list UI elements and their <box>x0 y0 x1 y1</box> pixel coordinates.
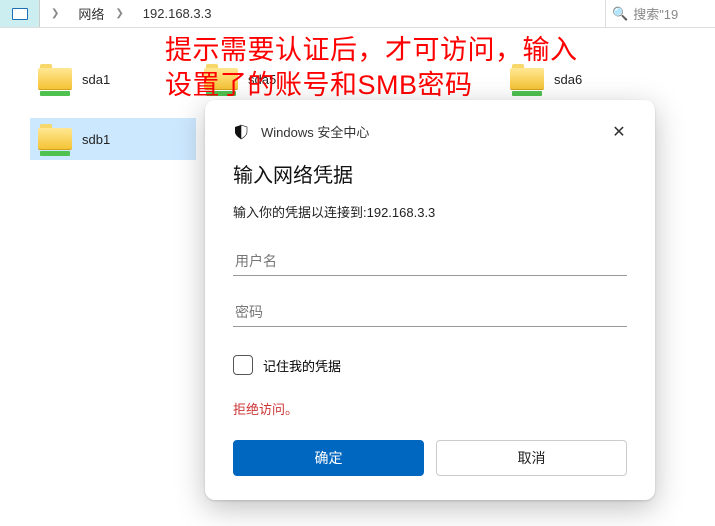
shared-folder-icon <box>38 64 72 94</box>
dialog-prompt: 输入你的凭据以连接到:192.168.3.3 <box>233 202 627 221</box>
folder-label: sda6 <box>554 72 582 87</box>
shared-folder-icon <box>38 124 72 154</box>
address-bar-blank[interactable] <box>219 0 605 27</box>
folder-label: sda1 <box>82 72 110 87</box>
remember-credentials-row[interactable]: 记住我的凭据 <box>233 355 627 375</box>
folder-label: sda5 <box>248 72 276 87</box>
cancel-button[interactable]: 取消 <box>436 440 627 476</box>
shared-folder-icon <box>204 64 238 94</box>
shield-icon <box>233 124 249 140</box>
remember-checkbox[interactable] <box>233 355 253 375</box>
dialog-header-label: Windows 安全中心 <box>261 122 369 141</box>
credentials-dialog: Windows 安全中心 ✕ 输入网络凭据 输入你的凭据以连接到:192.168… <box>205 100 655 500</box>
breadcrumb-address-label: 192.168.3.3 <box>143 6 212 21</box>
chevron-right-icon: ❯ <box>48 8 62 19</box>
close-icon: ✕ <box>612 122 625 142</box>
search-icon: 🔍 <box>612 6 628 22</box>
dialog-title: 输入网络凭据 <box>233 159 627 188</box>
folder-item[interactable]: sdb1 <box>30 118 196 160</box>
cancel-button-label: 取消 <box>518 448 546 468</box>
folder-label: sdb1 <box>82 132 110 147</box>
breadcrumb-address[interactable]: 192.168.3.3 <box>135 0 220 27</box>
monitor-icon <box>12 8 28 20</box>
remember-label: 记住我的凭据 <box>263 356 341 375</box>
ok-button-label: 确定 <box>315 448 343 468</box>
search-box[interactable]: 🔍 搜索"19 <box>605 0 715 27</box>
dialog-button-row: 确定 取消 <box>233 440 627 476</box>
password-field[interactable] <box>233 298 627 327</box>
breadcrumb-chevron-root[interactable]: ❯ <box>40 0 70 27</box>
address-bar: ❯ 网络 ❯ 192.168.3.3 🔍 搜索"19 <box>0 0 715 28</box>
breadcrumb-network-label: 网络 <box>78 4 104 23</box>
folder-item[interactable]: sda1 <box>30 58 196 100</box>
folder-item[interactable]: sda5 <box>196 58 362 100</box>
username-field[interactable] <box>233 247 627 276</box>
shared-folder-icon <box>510 64 544 94</box>
error-message: 拒绝访问。 <box>233 399 627 418</box>
close-button[interactable]: ✕ <box>605 118 633 146</box>
breadcrumb-network[interactable]: 网络 ❯ <box>70 0 134 27</box>
chevron-right-icon: ❯ <box>112 8 126 19</box>
dialog-header: Windows 安全中心 ✕ <box>233 122 627 141</box>
location-icon-box[interactable] <box>0 0 40 27</box>
folder-item[interactable]: sda6 <box>502 58 668 100</box>
search-placeholder: 搜索"19 <box>633 4 678 23</box>
ok-button[interactable]: 确定 <box>233 440 424 476</box>
